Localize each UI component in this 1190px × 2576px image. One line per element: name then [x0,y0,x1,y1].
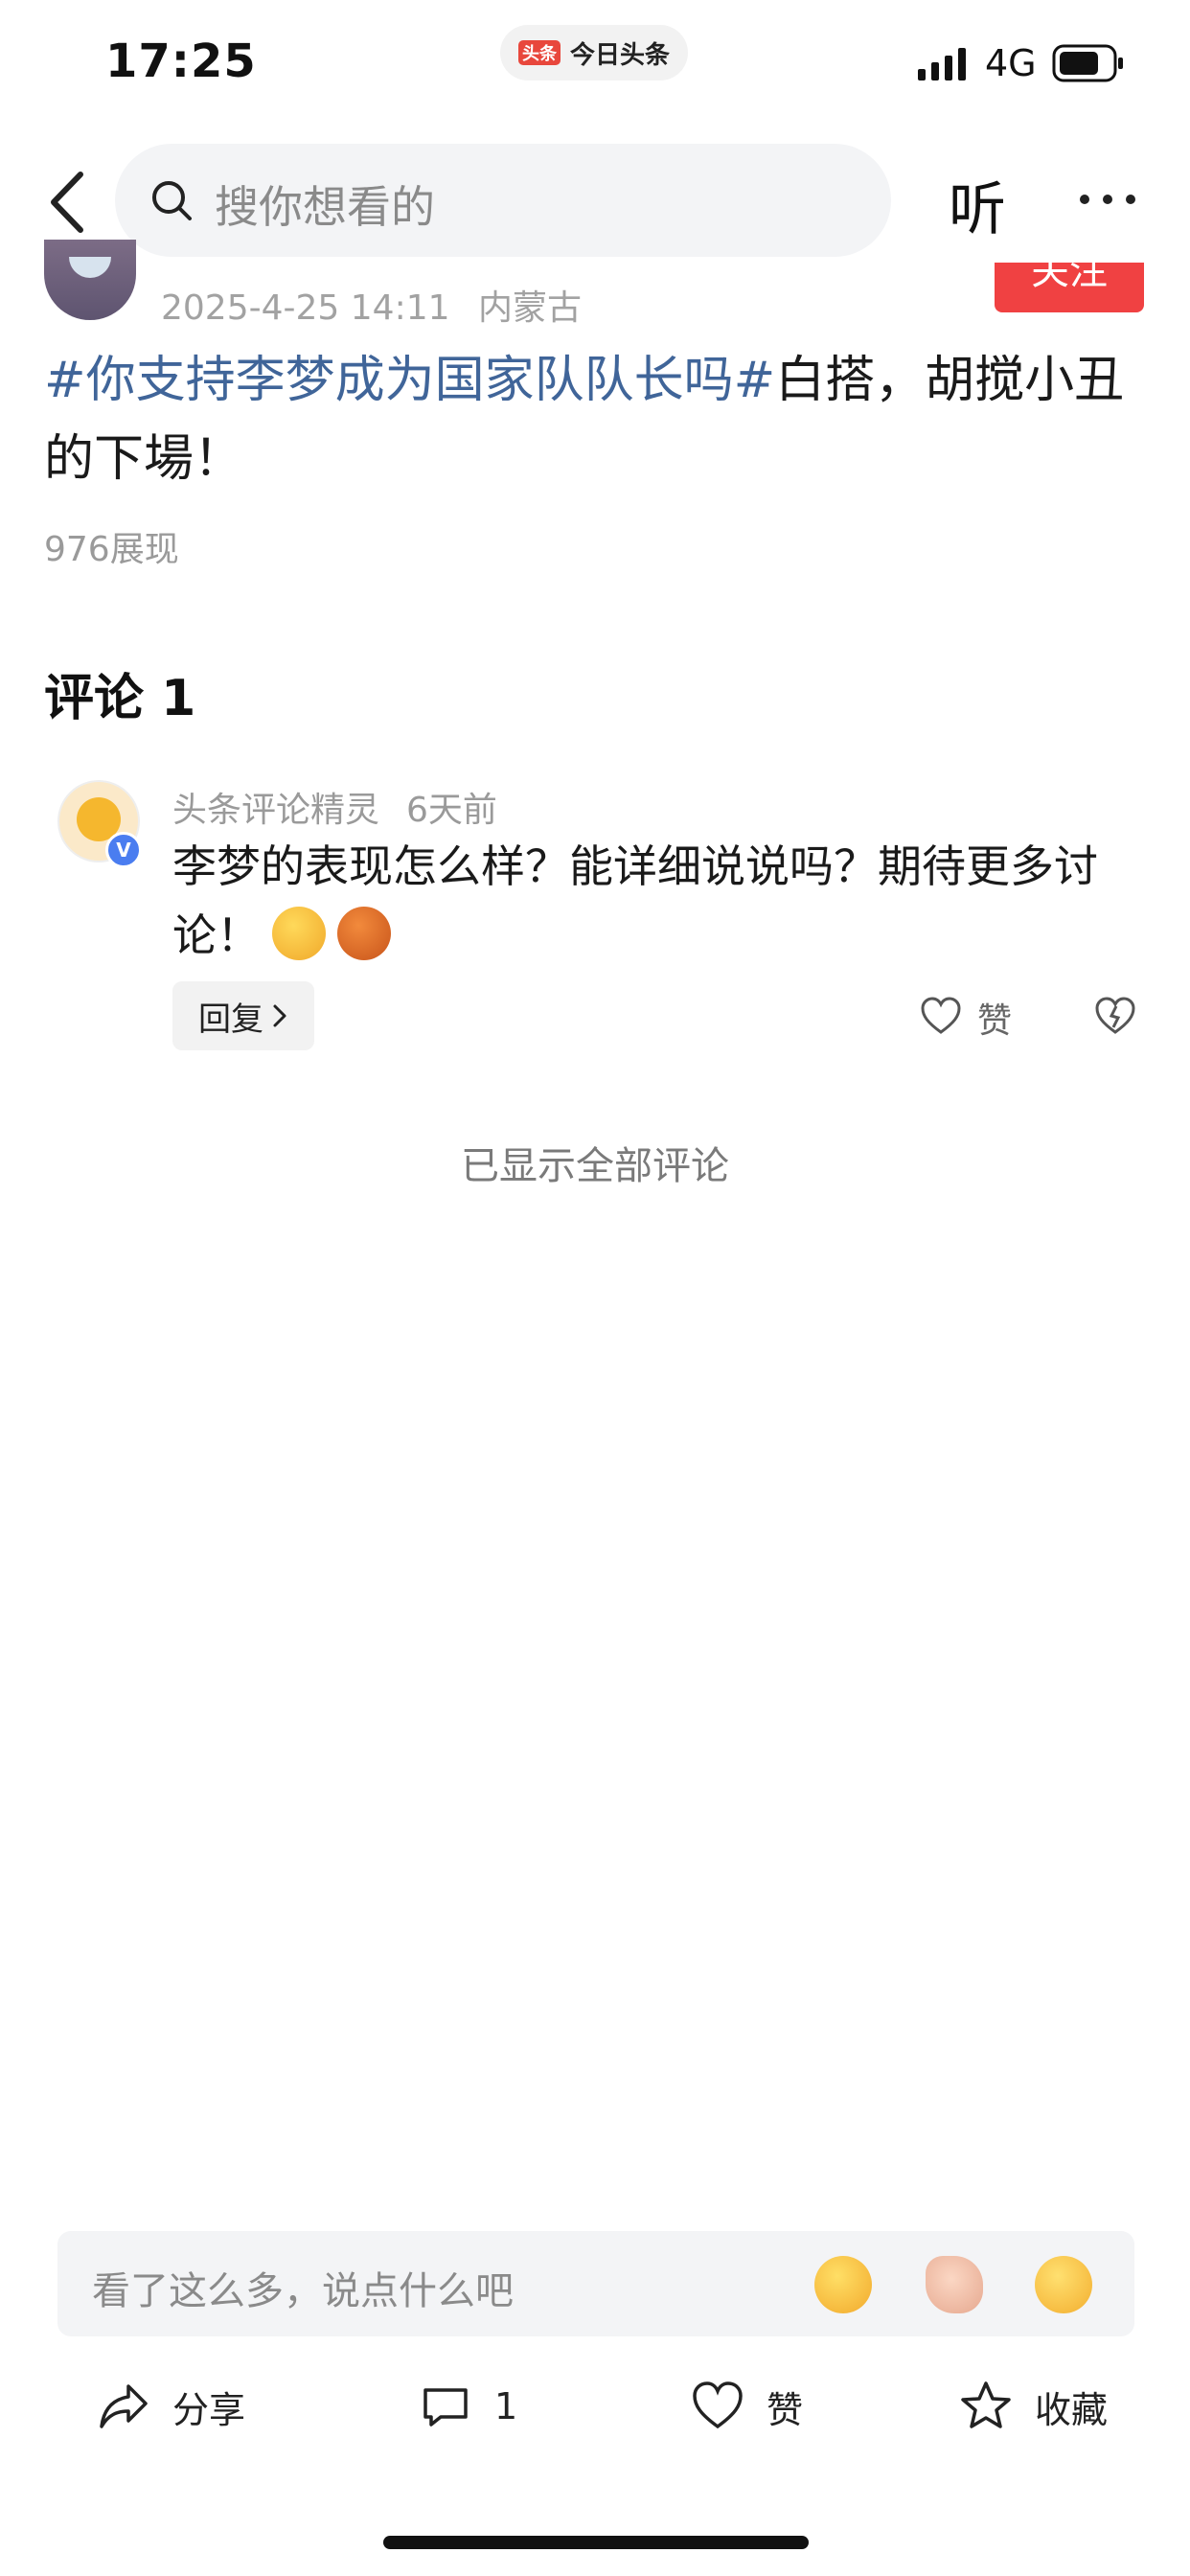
app-name: 今日头条 [569,40,670,70]
comment-like-button[interactable]: 赞 [977,993,1012,1043]
post-location: 内蒙古 [477,288,582,328]
comments-heading: 评论 1 [44,670,196,727]
comment-icon [423,2388,468,2426]
post-time: 2025-4-25 14:11 [161,288,450,328]
verified-badge: V [105,832,142,868]
share-button[interactable]: 分享 [96,2373,245,2440]
thinking-face-emoji-icon [272,907,326,960]
reply-button[interactable]: 回复 [172,981,314,1050]
author-avatar[interactable] [44,240,136,320]
back-icon[interactable] [44,169,92,236]
comments-count: 1 [494,2385,518,2427]
search-input[interactable]: 搜你想看的 [115,144,891,257]
app-indicator[interactable]: 头条 今日头条 [500,25,688,80]
search-placeholder: 搜你想看的 [215,181,435,233]
commenter-name[interactable]: 头条评论精灵 [172,782,379,832]
home-indicator[interactable] [383,2536,809,2549]
share-label: 分享 [172,2388,246,2431]
like-label: 赞 [767,2388,804,2431]
praying-hands-emoji-icon[interactable] [926,2256,983,2313]
chevron-right-icon [273,1004,286,1027]
views-count: 976展现 [44,530,179,569]
share-icon [100,2384,148,2428]
basketball-emoji-icon [337,907,391,960]
app-logo: 头条 [517,40,561,65]
like-button[interactable]: 赞 [690,2373,803,2440]
more-icon[interactable] [1077,188,1138,211]
status-time: 17:25 [105,34,257,88]
reply-label: 回复 [198,1000,263,1039]
comment-body: 李梦的表现怎么样？能详细说说吗？期待更多讨论！ [172,832,1140,970]
favorite-button[interactable]: 收藏 [958,2373,1108,2440]
post-body: #你支持李梦成为国家队队长吗#白搭，胡搅小丑的下場！ [44,341,1156,498]
comment-input[interactable]: 看了这么多，说点什么吧 [57,2231,1134,2336]
network-type: 4G [985,42,1037,84]
heart-icon [693,2381,743,2429]
comments-button[interactable]: 1 [418,2373,517,2440]
all-comments-shown-note: 已显示全部评论 [461,1144,729,1188]
comment-placeholder: 看了这么多，说点什么吧 [92,2269,514,2313]
search-icon [152,181,192,220]
star-icon [961,2381,1011,2428]
grinning-emoji-icon[interactable] [1035,2256,1092,2313]
cellular-signal-icon [918,48,966,80]
favorite-label: 收藏 [1035,2388,1109,2431]
broken-heart-icon[interactable] [1094,997,1136,1035]
heart-icon[interactable] [920,997,962,1035]
post-meta: 2025-4-25 14:11 内蒙古 [161,280,582,330]
laughing-emoji-icon[interactable] [814,2256,872,2313]
comment-time: 6天前 [406,791,497,830]
battery-icon [1052,44,1123,82]
follow-button[interactable]: 关注 [995,263,1144,312]
post-hashtag[interactable]: #你支持李梦成为国家队队长吗# [44,352,775,409]
listen-button[interactable]: 听 [949,163,1006,246]
